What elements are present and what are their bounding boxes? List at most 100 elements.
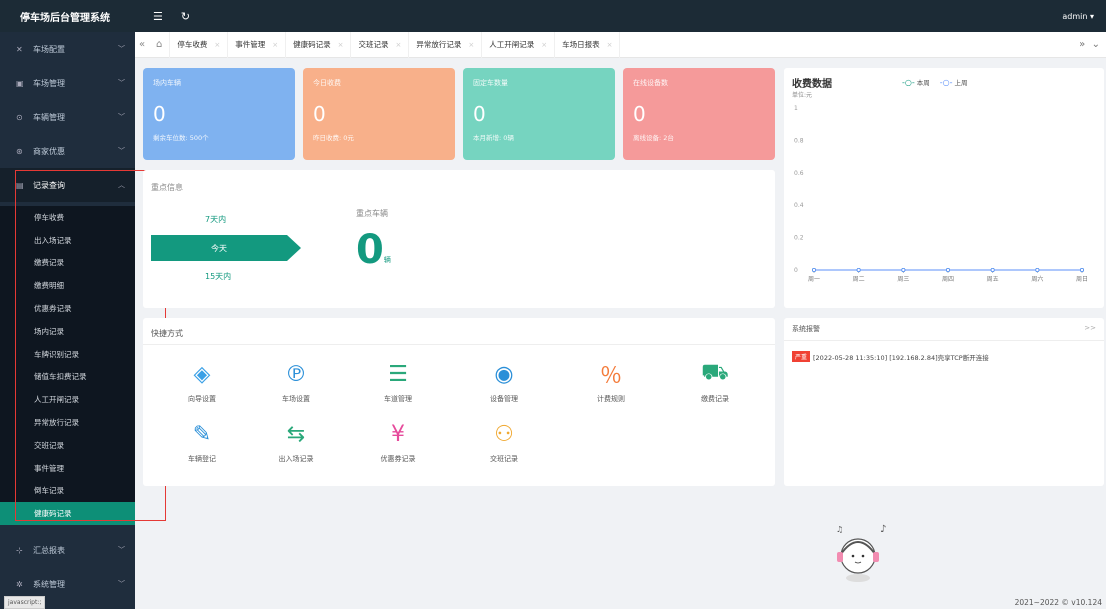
close-icon[interactable]: × <box>338 41 344 49</box>
shortcut-lane[interactable]: ☰ 车道管理 <box>363 360 433 404</box>
compass-icon: ◈ <box>193 361 211 387</box>
refresh-icon[interactable]: ↻ <box>181 10 190 23</box>
data-point <box>901 267 906 272</box>
sidebar-subitem[interactable]: 缴费记录 <box>0 252 135 275</box>
stat-card-title: 固定车数量 <box>473 79 508 87</box>
shortcut-label: 车辆登记 <box>188 455 216 463</box>
handover-icon: ⚇ <box>494 421 514 447</box>
shortcut-parking-settings[interactable]: ℗ 车场设置 <box>261 360 331 404</box>
shortcut-label: 缴费记录 <box>701 395 729 403</box>
discount-icon: ⊛ <box>16 146 23 156</box>
sidebar-menu-1[interactable]: ▣ 车场管理 ﹀ <box>0 66 135 100</box>
user-menu[interactable]: admin ▾ <box>1062 12 1094 21</box>
close-icon[interactable]: × <box>541 41 547 49</box>
shortcut-coupon[interactable]: ¥ 优惠券记录 <box>363 420 433 464</box>
chevron-down-icon: ﹀ <box>118 79 125 87</box>
focus-option-7days[interactable]: 7天内 <box>205 214 226 225</box>
tab-label: 停车收费 <box>177 40 208 49</box>
chevron-down-icon: ﹀ <box>118 546 125 555</box>
focus-car-unit: 辆 <box>383 256 391 264</box>
sidebar-menu-0[interactable]: ✕ 车场配置 ﹀ <box>0 32 135 66</box>
sidebar-subitem[interactable]: 缴费明细 <box>0 274 135 297</box>
shortcut-camera[interactable]: ◉ 设备管理 <box>469 360 539 404</box>
stat-card-value: 0 <box>473 102 486 126</box>
tab-item[interactable]: 人工开闸记录 × <box>482 31 556 58</box>
sidebar-menu-label: 车场管理 <box>33 78 65 88</box>
shortcut-payment-record[interactable]: ⛟ 缴费记录 <box>680 360 750 404</box>
tab-label: 异常放行记录 <box>416 40 462 49</box>
sidebar-subitem[interactable]: 异常放行记录 <box>0 411 135 434</box>
data-point <box>1035 267 1040 272</box>
chart-plot: 0 0.2 0.4 0.6 0.8 1 周一 周二 周三 周四 周五 周六 周日 <box>794 105 1088 283</box>
record-icon: ▤ <box>16 180 24 190</box>
shortcut-in-out[interactable]: ⇆ 出入场记录 <box>261 420 331 464</box>
shortcut-register[interactable]: ✎ 车辆登记 <box>167 420 237 464</box>
tabs-prev-icon[interactable]: « <box>135 39 149 50</box>
sidebar-subitem[interactable]: 交班记录 <box>0 434 135 457</box>
stat-card-subtitle: 离线设备: 2台 <box>633 134 674 142</box>
sidebar-subitem[interactable]: 健康码记录 <box>0 502 135 526</box>
chevron-down-icon: ﹀ <box>118 113 125 121</box>
sidebar-menu-3[interactable]: ⊛ 商家优惠 ﹀ <box>0 134 135 168</box>
x-tick-label: 周五 <box>987 276 999 283</box>
sidebar-menu-4[interactable]: ▤ 记录查询 ︿ <box>0 168 135 202</box>
billing-icon: ％ <box>599 364 622 389</box>
stat-card-subtitle: 昨日收费: 0元 <box>313 134 354 142</box>
sidebar-menu-label: 系统管理 <box>33 579 65 589</box>
tab-label: 事件管理 <box>235 40 266 49</box>
focus-option-today-label: 今天 <box>211 244 227 253</box>
stat-card-title: 今日收费 <box>313 79 341 87</box>
sidebar-subitem[interactable]: 人工开闸记录 <box>0 388 135 411</box>
y-tick-label: 0.8 <box>794 137 804 144</box>
shortcut-handover[interactable]: ⚇ 交班记录 <box>469 420 539 464</box>
x-config-icon: ✕ <box>16 44 23 54</box>
tab-item[interactable]: 车场日报表 × <box>555 31 621 58</box>
focus-option-15days[interactable]: 15天内 <box>205 271 231 282</box>
close-icon[interactable]: × <box>272 41 278 49</box>
tab-item[interactable]: 交班记录 × <box>351 31 410 58</box>
submenu-records: 停车收费 出入场记录 缴费记录 缴费明细 优惠券记录 场内记录 车牌识别记录 储值车扣费记录人… <box>0 206 135 526</box>
shortcut-label: 计费规则 <box>597 395 625 403</box>
shortcut-compass[interactable]: ◈ 向导设置 <box>167 360 237 404</box>
shortcut-label: 优惠券记录 <box>380 455 416 463</box>
sidebar-subitem[interactable]: 出入场记录 <box>0 229 135 252</box>
home-tab-icon[interactable]: ⌂ <box>149 31 171 58</box>
x-tick-label: 周日 <box>1076 276 1088 283</box>
tab-item[interactable]: 事件管理 × <box>228 31 287 58</box>
coupon-icon: ¥ <box>391 421 405 447</box>
shortcut-billing[interactable]: ％ 计费规则 <box>576 360 646 404</box>
shortcut-label: 向导设置 <box>188 395 216 403</box>
sidebar-subitem[interactable]: 储值车扣费记录 <box>0 366 135 389</box>
sidebar-subitem[interactable]: 车牌识别记录 <box>0 343 135 366</box>
data-point <box>856 267 861 272</box>
divider <box>143 344 775 345</box>
stat-card: 今日收费 0 昨日收费: 0元 <box>303 68 455 160</box>
tabs-next-icon[interactable]: » ⌄ <box>1079 39 1100 50</box>
tab-item[interactable]: 异常放行记录 × <box>409 31 483 58</box>
menu-toggle-icon[interactable]: ☰ <box>153 10 163 23</box>
close-icon[interactable]: × <box>607 41 613 49</box>
alerts-title: 系统报警 <box>792 325 820 333</box>
app-title: 停车场后台管理系统 <box>0 0 135 32</box>
sidebar-subitem[interactable]: 停车收费 <box>0 206 135 229</box>
focus-option-today[interactable]: 今天 <box>151 235 301 261</box>
close-icon[interactable]: × <box>468 41 474 49</box>
shortcut-label: 车道管理 <box>384 395 412 403</box>
alerts-more-link[interactable]: >> <box>1084 324 1096 332</box>
tab-item[interactable]: 停车收费 × <box>170 31 229 58</box>
sidebar-subitem[interactable]: 事件管理 <box>0 457 135 480</box>
y-tick-label: 0.4 <box>794 202 804 209</box>
close-icon[interactable]: × <box>395 41 401 49</box>
sidebar-subitem[interactable]: 优惠券记录 <box>0 297 135 320</box>
tab-item[interactable]: 健康码记录 × <box>286 31 352 58</box>
data-point <box>1079 267 1084 272</box>
sidebar-subitem[interactable]: 场内记录 <box>0 320 135 343</box>
in-out-icon: ⇆ <box>286 421 306 447</box>
sidebar-menu-bottom-0[interactable]: ⊹ 汇总报表 ﹀ <box>0 533 135 567</box>
close-icon[interactable]: × <box>214 41 220 49</box>
sidebar-menu-2[interactable]: ⊙ 车辆管理 ﹀ <box>0 100 135 134</box>
sidebar-subitem[interactable]: 倒车记录 <box>0 480 135 503</box>
settings-icon: ✲ <box>16 579 23 589</box>
x-tick-label: 周六 <box>1031 275 1043 283</box>
tab-label: 车场日报表 <box>562 40 600 49</box>
